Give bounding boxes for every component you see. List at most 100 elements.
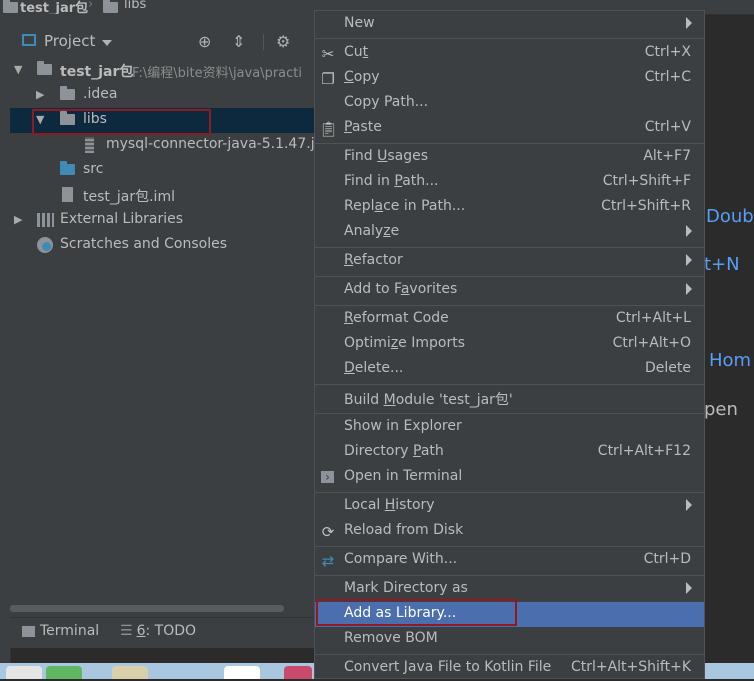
menu-shortcut: Ctrl+Shift+F [602,173,691,189]
bottom-tool-bar: Terminal ☰ 6: TODO [10,617,314,648]
menu-separator [315,143,704,144]
menu-item-label: Open in Terminal [344,468,463,484]
menu-item-copy-path[interactable]: Copy Path... [315,91,704,116]
jar-file-icon [85,137,94,153]
iml-file-icon [62,187,73,202]
menu-item-convert-to-kotlin[interactable]: Convert Java File to Kotlin File Ctrl+Al… [315,656,704,681]
terminal-icon: › [321,471,334,483]
settings-gear-icon[interactable]: ⚙ [276,32,290,51]
menu-shortcut: Alt+F7 [643,148,691,164]
menu-item-add-to-favorites[interactable]: Add to Favorites [315,278,704,303]
breadcrumb-separator-icon: › [88,0,94,12]
taskbar-app-icon[interactable] [46,666,82,679]
menu-separator [315,546,704,547]
collapse-all-icon[interactable]: ⇕ [232,32,245,51]
collapse-arrow-icon[interactable]: ▶ [14,213,22,226]
menu-item-label: Copy [344,69,380,85]
tree-item-external-libraries[interactable]: ▶ External Libraries [10,208,314,233]
menu-item-local-history[interactable]: Local History [315,494,704,519]
editor-hint-ctrl-n: t+N [704,254,740,275]
copy-icon: ❐ [321,70,335,88]
menu-item-label: Copy Path... [344,94,429,110]
menu-shortcut: Ctrl+Alt+L [615,310,691,326]
menu-item-label: Cut [344,44,369,60]
expand-arrow-icon[interactable]: ▼ [14,63,22,76]
taskbar-app-icon[interactable] [284,666,312,679]
menu-item-new[interactable]: New [315,12,704,37]
editor-hint-open: pen [704,399,738,420]
tree-item-iml[interactable]: test_jar包.iml [10,183,314,208]
submenu-arrow-icon [686,254,692,266]
menu-shortcut: Ctrl+D [643,551,691,567]
tree-item-project-root[interactable]: ▼ test_jar包 F:\编程\bite资料\java\practi [10,58,314,83]
header-divider [263,34,264,50]
menu-item-label: Reformat Code [344,310,449,326]
tree-item-path: F:\编程\bite资料\java\practi [132,66,302,81]
menu-item-show-in-explorer[interactable]: Show in Explorer [315,415,704,440]
menu-separator [315,276,704,277]
annotation-box-add-as-library [316,599,517,626]
menu-separator [315,384,704,385]
menu-item-optimize-imports[interactable]: Optimize Imports Ctrl+Alt+O [315,332,704,357]
menu-item-find-usages[interactable]: Find Usages Alt+F7 [315,145,704,170]
menu-item-cut[interactable]: ✂ Cut Ctrl+X [315,41,704,66]
menu-separator [315,492,704,493]
project-folder-icon [3,0,18,13]
dropdown-arrow-icon[interactable] [102,40,112,46]
menu-item-label: Convert Java File to Kotlin File [344,659,552,675]
menu-item-reformat-code[interactable]: Reformat Code Ctrl+Alt+L [315,307,704,332]
menu-item-directory-path[interactable]: Directory Path Ctrl+Alt+F12 [315,440,704,465]
project-folder-icon [37,61,52,75]
reload-icon: ⟳ [321,523,335,541]
menu-item-label: Find in Path... [344,173,439,189]
menu-item-paste[interactable]: 📋︎ Paste Ctrl+V [315,116,704,141]
breadcrumb-libs[interactable]: libs [124,0,146,12]
menu-item-reload-from-disk[interactable]: ⟳ Reload from Disk [315,519,704,544]
tree-item-label: Scratches and Consoles [60,236,227,252]
submenu-arrow-icon [686,17,692,29]
terminal-tab[interactable]: Terminal [22,623,99,639]
submenu-arrow-icon [686,582,692,594]
library-bars-icon [37,213,54,227]
menu-shortcut: Ctrl+Alt+Shift+K [570,659,691,675]
menu-item-delete[interactable]: Delete... Delete [315,357,704,382]
taskbar-app-icon[interactable] [224,666,260,679]
submenu-arrow-icon [686,499,692,511]
libs-folder-icon [103,0,118,13]
menu-shortcut: Ctrl+Alt+O [612,335,691,351]
menu-shortcut: Ctrl+C [644,69,691,85]
project-view-title[interactable]: Project [44,32,95,50]
tree-item-label: test_jar包 [60,64,134,80]
locate-target-icon[interactable]: ⊕ [198,32,211,51]
taskbar-app-icon[interactable] [112,666,148,679]
menu-item-open-in-terminal[interactable]: › Open in Terminal [315,465,704,490]
scissors-icon: ✂ [321,45,335,63]
context-menu: New ✂ Cut Ctrl+X ❐ Copy Ctrl+C Copy Path… [314,10,705,679]
menu-item-label: Reload from Disk [344,522,464,538]
tree-item-jar[interactable]: mysql-connector-java-5.1.47.jar [10,133,329,158]
menu-item-remove-bom[interactable]: Remove BOM [315,627,704,652]
menu-shortcut: Ctrl+X [644,44,691,60]
tree-item-label: src [83,161,104,177]
menu-item-replace-in-path[interactable]: Replace in Path... Ctrl+Shift+R [315,195,704,220]
collapse-arrow-icon[interactable]: ▶ [36,88,44,101]
menu-item-copy[interactable]: ❐ Copy Ctrl+C [315,66,704,91]
horizontal-scrollbar[interactable] [10,605,284,612]
menu-item-refactor[interactable]: Refactor [315,249,704,274]
menu-item-build-module[interactable]: Build Module 'test_jar包' [315,386,704,411]
tree-item-src[interactable]: src [10,158,314,183]
tree-item-idea[interactable]: ▶ .idea [10,83,314,108]
tree-item-label: test_jar包.iml [83,189,175,205]
tree-item-scratches[interactable]: Scratches and Consoles [10,233,314,258]
menu-item-find-in-path[interactable]: Find in Path... Ctrl+Shift+F [315,170,704,195]
annotation-box-libs [32,109,211,135]
menu-separator [315,305,704,306]
menu-item-label: Remove BOM [344,630,438,646]
menu-item-label: New [344,15,375,31]
menu-item-analyze[interactable]: Analyze [315,220,704,245]
scratches-icon [37,237,53,253]
menu-item-label: Delete... [344,360,404,376]
menu-item-compare-with[interactable]: ⇄ Compare With... Ctrl+D [315,548,704,573]
taskbar-app-icon[interactable] [6,666,42,679]
todo-tab[interactable]: ☰ 6: TODO [120,623,196,639]
